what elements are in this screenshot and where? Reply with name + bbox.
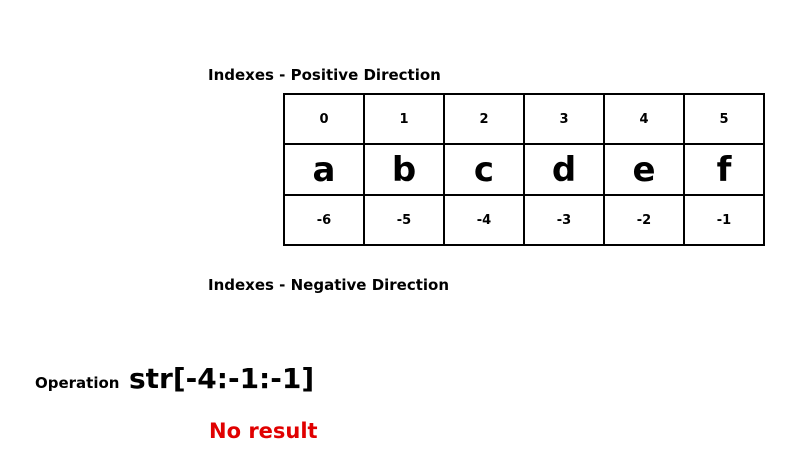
character-cell: e bbox=[603, 143, 685, 196]
negative-index-cell: -6 bbox=[283, 194, 365, 246]
negative-index-cell: -5 bbox=[363, 194, 445, 246]
negative-index-cell: -1 bbox=[683, 194, 765, 246]
positive-direction-label: Indexes - Positive Direction bbox=[208, 66, 441, 84]
character-cell: c bbox=[443, 143, 525, 196]
character-cell: b bbox=[363, 143, 445, 196]
character-cell: a bbox=[283, 143, 365, 196]
result-text: No result bbox=[209, 419, 318, 443]
positive-index-cell: 3 bbox=[523, 93, 605, 145]
negative-index-cell: -2 bbox=[603, 194, 685, 246]
character-cell: d bbox=[523, 143, 605, 196]
positive-index-cell: 0 bbox=[283, 93, 365, 145]
negative-index-row: -6 -5 -4 -3 -2 -1 bbox=[283, 194, 765, 246]
positive-index-cell: 1 bbox=[363, 93, 445, 145]
operation-code: str[-4:-1:-1] bbox=[129, 362, 315, 395]
operation-label: Operation bbox=[35, 374, 120, 392]
negative-index-cell: -4 bbox=[443, 194, 525, 246]
negative-direction-label: Indexes - Negative Direction bbox=[208, 276, 450, 294]
positive-index-cell: 4 bbox=[603, 93, 685, 145]
positive-index-row: 0 1 2 3 4 5 bbox=[283, 93, 765, 145]
positive-index-cell: 2 bbox=[443, 93, 525, 145]
character-row: a b c d e f bbox=[283, 143, 765, 196]
negative-index-cell: -3 bbox=[523, 194, 605, 246]
positive-index-cell: 5 bbox=[683, 93, 765, 145]
character-cell: f bbox=[683, 143, 765, 196]
string-index-table: 0 1 2 3 4 5 a b c d e f -6 -5 -4 -3 -2 -… bbox=[283, 93, 765, 246]
